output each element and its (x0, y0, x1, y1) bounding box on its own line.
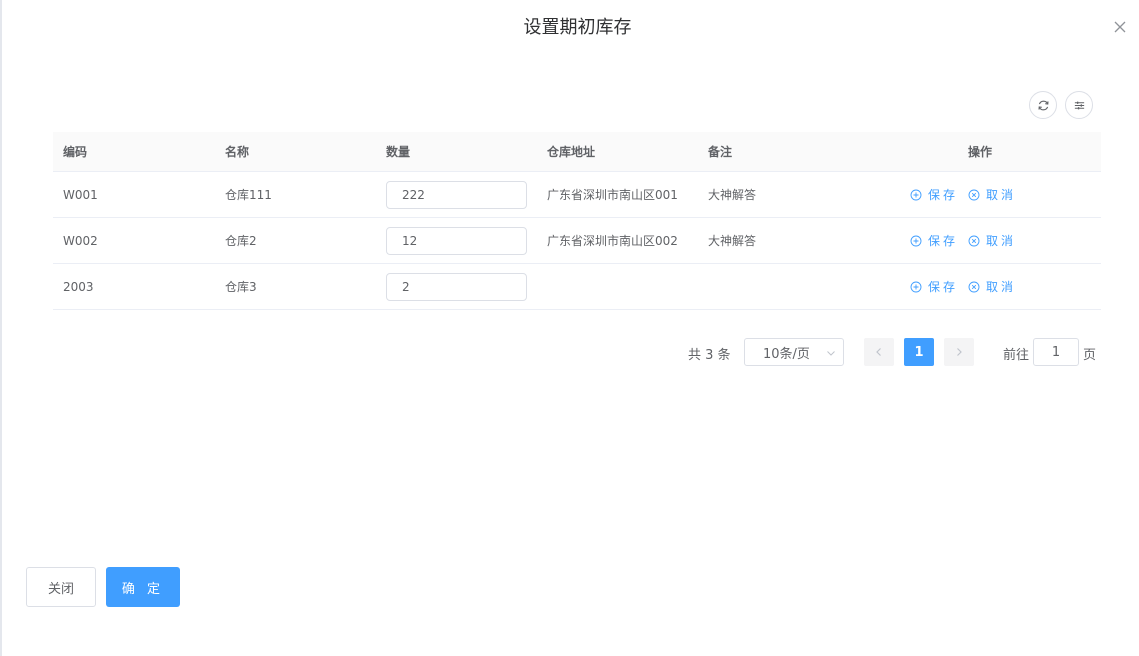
plus-circle-icon (910, 189, 922, 200)
close-button[interactable]: 关闭 (26, 567, 96, 607)
prev-page-button[interactable] (864, 338, 894, 366)
save-button[interactable]: 保存 (910, 186, 958, 203)
close-circle-icon (968, 235, 980, 246)
close-icon[interactable] (1111, 18, 1129, 36)
page-number-current[interactable]: 1 (904, 338, 934, 366)
table-row: 2003 仓库3 保存 取消 (53, 264, 1101, 310)
cell-address: 广东省深圳市南山区001 (547, 188, 678, 202)
pagination-total: 共 3 条 (688, 348, 731, 363)
chevron-right-icon (957, 348, 962, 356)
cell-quantity (376, 272, 537, 301)
cell-name: 仓库111 (225, 188, 272, 202)
cancel-button[interactable]: 取消 (968, 232, 1016, 249)
header-quantity: 数量 (386, 145, 411, 159)
table-row: W002 仓库2 广东省深圳市南山区002 大神解答 保存 取消 (53, 218, 1101, 264)
quantity-input[interactable] (386, 180, 527, 209)
page-size-value: 10条/页 (763, 346, 810, 362)
cancel-label: 取消 (986, 234, 1017, 248)
chevron-left-icon (876, 348, 881, 356)
confirm-button[interactable]: 确 定 (106, 567, 180, 607)
header-address: 仓库地址 (547, 145, 596, 159)
column-settings-button[interactable] (1065, 91, 1093, 119)
goto-label: 前往 (1003, 348, 1030, 363)
quantity-input[interactable] (386, 272, 527, 301)
header-actions: 操作 (967, 145, 992, 159)
cell-code: W001 (63, 187, 98, 202)
save-label: 保存 (928, 280, 959, 294)
table-header: 编码 名称 数量 仓库地址 备注 操作 (53, 132, 1101, 172)
next-page-button[interactable] (944, 338, 974, 366)
refresh-button[interactable] (1029, 91, 1057, 119)
cell-code: W002 (63, 233, 98, 248)
cell-address: 广东省深圳市南山区002 (547, 234, 678, 248)
header-remark: 备注 (708, 145, 733, 159)
plus-circle-icon (910, 281, 922, 292)
cancel-button[interactable]: 取消 (968, 186, 1016, 203)
cell-code: 2003 (63, 279, 94, 294)
refresh-icon (1037, 100, 1049, 110)
save-button[interactable]: 保存 (910, 278, 958, 295)
cell-remark: 大神解答 (708, 188, 757, 202)
cell-quantity (376, 180, 537, 209)
save-label: 保存 (928, 234, 959, 248)
cell-actions: 保存 取消 (859, 278, 1101, 295)
column-settings-icon (1074, 101, 1084, 109)
close-circle-icon (968, 281, 980, 292)
save-label: 保存 (928, 188, 959, 202)
cell-name: 仓库3 (225, 280, 257, 294)
close-circle-icon (968, 189, 980, 200)
cancel-label: 取消 (986, 280, 1017, 294)
save-button[interactable]: 保存 (910, 232, 958, 249)
goto-page-input[interactable] (1033, 338, 1079, 366)
cancel-button[interactable]: 取消 (968, 278, 1016, 295)
goto-suffix: 页 (1083, 348, 1097, 363)
page-size-select[interactable]: 10条/页 (744, 338, 844, 366)
chevron-down-icon (827, 351, 835, 356)
quantity-input[interactable] (386, 226, 527, 255)
cell-actions: 保存 取消 (859, 186, 1101, 203)
header-name: 名称 (225, 145, 250, 159)
pagination: 共 3 条 10条/页 1 前往 页 (0, 337, 1139, 367)
plus-circle-icon (910, 235, 922, 246)
cell-name: 仓库2 (225, 234, 257, 248)
page-left-edge (0, 0, 2, 656)
dialog-title: 设置期初库存 (523, 17, 632, 38)
cell-remark: 大神解答 (708, 234, 757, 248)
table-row: W001 仓库111 广东省深圳市南山区001 大神解答 保存 取消 (53, 172, 1101, 218)
cancel-label: 取消 (986, 188, 1017, 202)
cell-actions: 保存 取消 (859, 232, 1101, 249)
cell-quantity (376, 226, 537, 255)
header-code: 编码 (63, 145, 88, 159)
inventory-table: 编码 名称 数量 仓库地址 备注 操作 W001 仓库111 广东省深圳市南山区… (53, 132, 1101, 310)
